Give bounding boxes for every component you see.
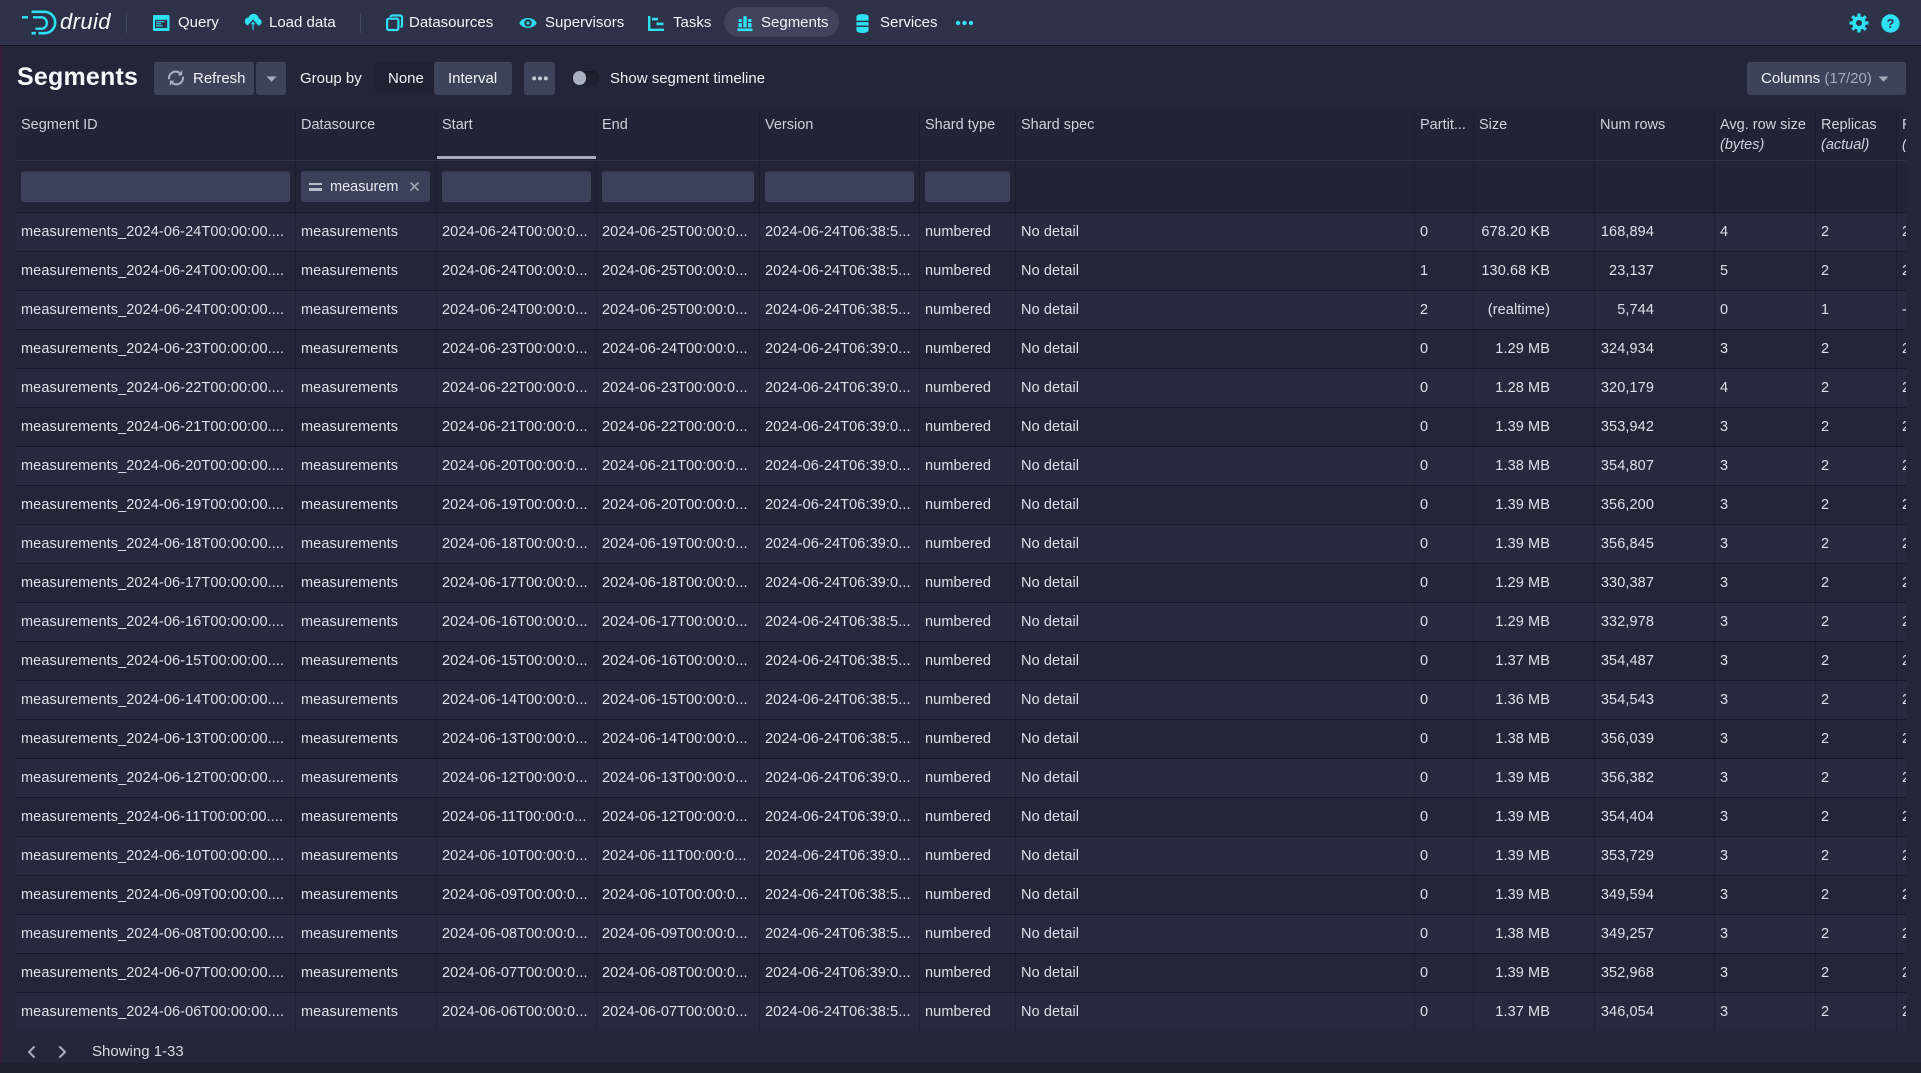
svg-text:?: ? <box>1887 16 1895 31</box>
